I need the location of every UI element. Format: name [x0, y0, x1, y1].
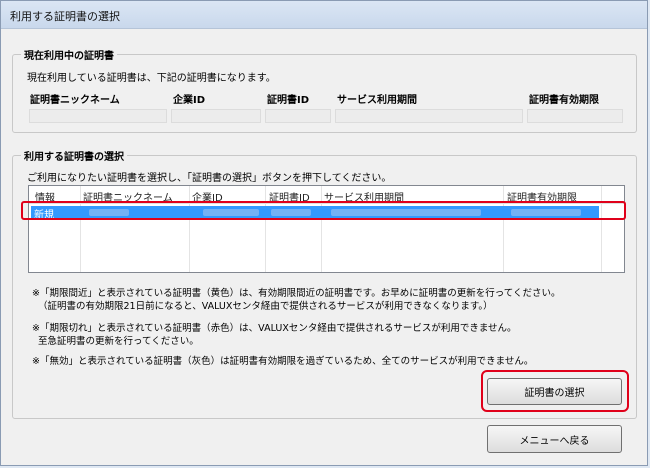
current-value-service-period — [335, 109, 523, 123]
note-expired: ※「期限切れ」と表示されている証明書（赤色）は、VALUXセンタ経由で提供される… — [32, 323, 517, 334]
note-expired-detail: 至急証明書の更新を行ってください。 — [38, 336, 199, 347]
window-title: 利用する証明書の選択 — [10, 10, 120, 23]
current-header-cert-id: 証明書ID — [267, 95, 310, 106]
select-button-highlight — [481, 370, 629, 412]
note-expiring-soon: ※「期限間近」と表示されている証明書（黄色）は、有効期限間近の証明書です。お早め… — [32, 288, 561, 299]
current-description: 現在利用している証明書は、下記の証明書になります。 — [27, 73, 276, 84]
back-to-menu-button[interactable]: メニューへ戻る — [487, 425, 622, 453]
current-header-nickname: 証明書ニックネーム — [30, 95, 120, 106]
current-header-company-id: 企業ID — [173, 95, 206, 106]
current-group-title: 現在利用中の証明書 — [21, 47, 117, 62]
current-header-service-period: サービス利用期間 — [337, 95, 417, 106]
select-group-title: 利用する証明書の選択 — [21, 148, 127, 163]
certificate-select-dialog: 利用する証明書の選択 現在利用中の証明書 現在利用している証明書は、下記の証明書… — [0, 0, 648, 466]
current-value-cert-id — [265, 109, 331, 123]
selected-row-highlight — [21, 201, 626, 220]
note-expiring-soon-detail: （証明書の有効期限21日前になると、VALUXセンタ経由で提供されるサービスが利… — [38, 301, 493, 312]
title-bar: 利用する証明書の選択 — [1, 1, 647, 29]
select-description: ご利用になりたい証明書を選択し、「証明書の選択」ボタンを押下してください。 — [27, 173, 392, 184]
current-value-company-id — [171, 109, 261, 123]
current-header-expiry: 証明書有効期限 — [529, 95, 599, 106]
current-value-nickname — [29, 109, 167, 123]
note-invalid: ※「無効」と表示されている証明書（灰色）は証明書有効期限を過ぎているため、全ての… — [32, 356, 534, 367]
current-value-expiry — [527, 109, 623, 123]
certificate-list[interactable]: 情報 証明書ニックネーム 企業ID 証明書ID サービス利用期間 証明書有効期限… — [28, 185, 625, 273]
